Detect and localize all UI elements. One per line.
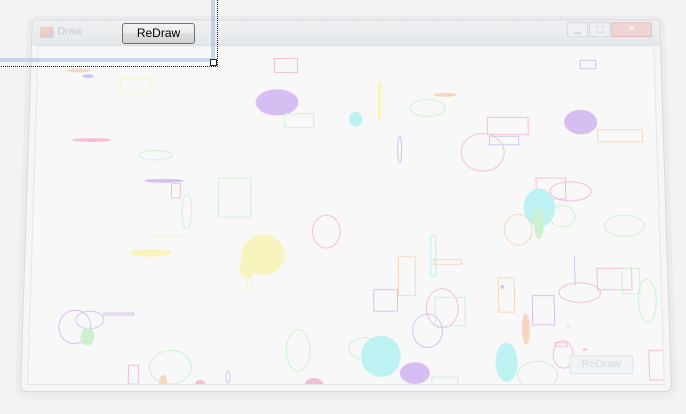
shape-rect: [247, 278, 251, 290]
shape-rect: [566, 324, 570, 327]
shape-ellipse: [550, 182, 592, 201]
shape-ellipse: [426, 289, 458, 328]
shape-rect: [398, 257, 415, 296]
shape-ellipse: [495, 342, 518, 383]
shape-rect: [378, 81, 382, 120]
shape-rect: [487, 117, 528, 134]
maximize-icon: □: [588, 22, 611, 38]
shape-ellipse: [159, 375, 168, 386]
shape-rect: [582, 348, 588, 351]
shape-ellipse: [412, 314, 442, 347]
shape-rect: [431, 235, 436, 276]
shape-dot: [500, 284, 505, 289]
shape-rect: [121, 78, 150, 93]
shape-rect: [285, 114, 314, 128]
shape-ellipse: [461, 133, 504, 171]
shape-ellipse: [80, 327, 95, 346]
shape-ellipse: [559, 283, 601, 302]
shape-ellipse: [312, 215, 340, 248]
shape-ellipse: [638, 279, 657, 322]
ghost-window: Draw ▁ □ ✕ ReDraw: [20, 19, 672, 392]
shape-ellipse: [563, 109, 598, 135]
shape-ellipse: [149, 350, 191, 384]
shape-ellipse: [433, 92, 457, 97]
shape-ellipse: [604, 215, 644, 236]
shape-ellipse: [517, 361, 557, 384]
resize-handle[interactable]: [210, 59, 217, 66]
shape-rect: [152, 235, 183, 237]
shape-ellipse: [182, 194, 192, 229]
shape-ellipse: [139, 150, 172, 159]
close-icon: ✕: [611, 22, 653, 38]
shape-rect: [374, 290, 398, 311]
shape-rect: [218, 178, 251, 217]
shape-ellipse: [348, 111, 363, 127]
shape-ellipse: [66, 68, 91, 73]
shape-rect: [127, 365, 140, 385]
shape-rect: [489, 136, 518, 145]
shape-ellipse: [398, 136, 402, 163]
shape-ellipse: [239, 256, 256, 279]
shape-rect: [649, 350, 664, 380]
shape-rect: [532, 296, 554, 325]
shape-ellipse: [399, 362, 430, 385]
shape-rect: [597, 130, 642, 142]
ghost-redraw-button: ReDraw: [569, 355, 634, 375]
shape-ellipse: [129, 248, 172, 257]
shape-ellipse: [144, 178, 184, 183]
shape-rect: [431, 377, 460, 386]
shape-ellipse: [195, 380, 206, 386]
drawing-canvas: ReDraw: [27, 45, 665, 386]
shape-ellipse: [255, 89, 299, 116]
shape-rect: [274, 58, 297, 72]
shape-rect: [573, 256, 576, 286]
shape-ellipse: [504, 214, 532, 245]
shape-ellipse: [410, 100, 445, 117]
shape-ellipse: [225, 371, 232, 384]
shape-ellipse: [360, 335, 401, 378]
shape-rect: [171, 184, 180, 198]
shape-rect: [498, 278, 514, 312]
shape-ellipse: [82, 74, 95, 79]
shape-ellipse: [71, 138, 111, 142]
minimize-icon: ▁: [566, 22, 589, 38]
shape-ellipse: [305, 378, 324, 386]
ghost-window-controls: ▁ □ ✕: [566, 22, 653, 38]
redraw-button[interactable]: ReDraw: [122, 23, 195, 44]
shape-rect: [434, 260, 462, 265]
shapes-svg: [28, 46, 664, 386]
shape-rect: [580, 60, 596, 68]
shape-ellipse: [521, 313, 531, 345]
shape-ellipse: [286, 330, 310, 371]
shape-rect: [104, 313, 134, 315]
shape-rect: [597, 268, 632, 289]
